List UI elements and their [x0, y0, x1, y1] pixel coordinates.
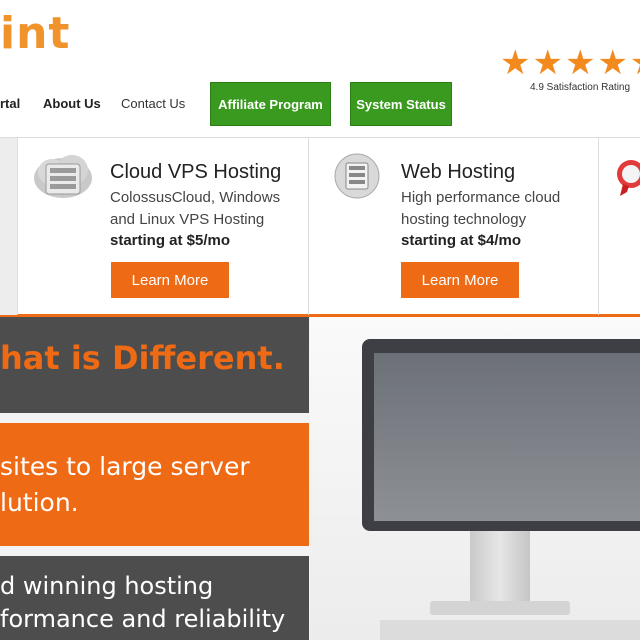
monitor-base — [430, 601, 570, 615]
hero-subtext-line1: sites to large server — [0, 452, 250, 481]
monitor-stand — [470, 531, 530, 601]
main-nav: rtal About Us Contact Us Affiliate Progr… — [0, 82, 640, 126]
hero-tagline-block: d winning hosting formance and reliabili… — [0, 556, 309, 640]
product-card-web-hosting: Web Hosting High performance cloud hosti… — [309, 138, 599, 315]
product-panel: Cloud VPS Hosting ColossusCloud, Windows… — [0, 137, 640, 317]
product-card-cloud-vps: Cloud VPS Hosting ColossusCloud, Windows… — [18, 138, 309, 315]
hero-tagline-line2: formance and reliability — [0, 605, 286, 633]
affiliate-program-button[interactable]: Affiliate Program — [210, 82, 331, 126]
rating-stars-icon: ★★★★★ — [500, 44, 640, 82]
keyboard-image — [380, 620, 640, 640]
panel-left-edge — [0, 138, 18, 315]
server-rack-icon — [334, 153, 380, 199]
monitor-screen — [374, 353, 640, 521]
nav-link-contact[interactable]: Contact Us — [121, 96, 185, 111]
system-status-button[interactable]: System Status — [350, 82, 452, 126]
learn-more-button[interactable]: Learn More — [111, 262, 229, 298]
product-price: starting at $4/mo — [401, 232, 522, 249]
hero-headline-block: hat is Different. — [0, 317, 309, 413]
hero-tagline-line1: d winning hosting — [0, 572, 214, 600]
hero-subtext-line2: lution. — [0, 488, 79, 517]
product-description: ColossusCloud, Windows and Linux VPS Hos… — [110, 189, 281, 228]
nav-link-portal[interactable]: rtal — [0, 96, 20, 111]
product-description: High performance cloud hosting technolog… — [401, 189, 561, 228]
nav-link-about[interactable]: About Us — [43, 96, 101, 111]
product-title: Web Hosting — [401, 161, 516, 183]
hero-headline: hat is Different. — [0, 339, 285, 377]
learn-more-button[interactable]: Learn More — [401, 262, 519, 298]
hero-subtext-block: sites to large server lution. — [0, 423, 309, 546]
brand-logo[interactable]: int — [0, 8, 70, 59]
product-price: starting at $5/mo — [110, 232, 231, 249]
product-card-partial — [599, 138, 640, 315]
award-badge-icon — [617, 160, 640, 196]
product-title: Cloud VPS Hosting — [110, 161, 282, 183]
cloud-server-icon — [34, 155, 92, 198]
